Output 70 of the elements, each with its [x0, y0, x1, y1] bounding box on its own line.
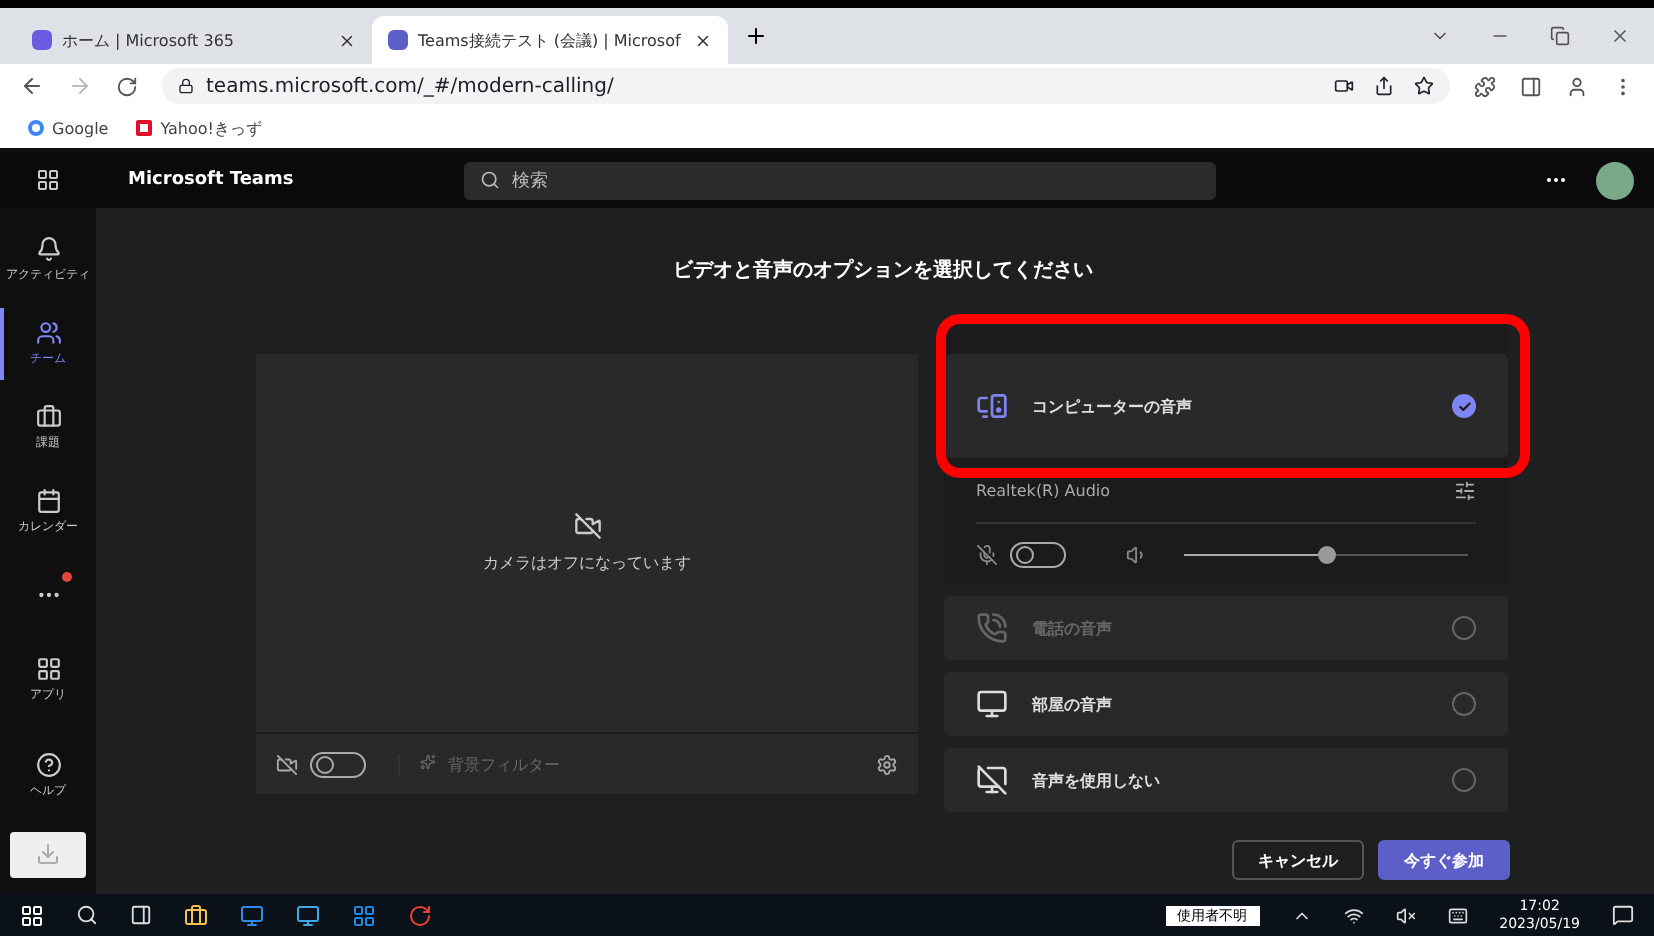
calendar-icon [35, 487, 61, 514]
task-view-icon[interactable] [130, 904, 152, 926]
bell-icon [35, 235, 61, 262]
download-button[interactable] [10, 831, 86, 879]
bookmark-link[interactable]: Google [28, 119, 109, 137]
radio-button[interactable] [1452, 692, 1476, 716]
mic-toggle[interactable] [1010, 541, 1066, 567]
audio-option[interactable]: コンピューターの音声 [944, 354, 1508, 458]
audio-device-icon [976, 612, 1008, 644]
bookmark-icon [136, 120, 153, 136]
search-icon[interactable] [76, 904, 98, 926]
teams-icon [35, 319, 61, 346]
search-icon [480, 170, 500, 190]
close-icon[interactable] [694, 31, 712, 49]
camera-status: カメラはオフになっています [483, 552, 691, 574]
bag-icon [35, 403, 61, 430]
volume-icon[interactable] [1395, 905, 1416, 925]
help-icon [35, 751, 61, 778]
star-icon[interactable] [1414, 76, 1434, 96]
audio-device-icon [976, 764, 1008, 796]
network-icon[interactable] [1343, 905, 1364, 925]
speaker-icon [1126, 543, 1148, 565]
camera-off-icon [276, 753, 298, 775]
close-icon[interactable] [338, 31, 356, 49]
restore-icon[interactable] [1550, 26, 1570, 46]
keyboard-icon[interactable] [1447, 905, 1468, 925]
filter-icon [420, 753, 436, 769]
check-icon [1457, 399, 1471, 413]
tab-favicon-icon [388, 30, 408, 50]
dialog-title: ビデオと音声のオプションを選択してください [671, 256, 1095, 284]
audio-device-icon [976, 688, 1008, 720]
extensions-icon[interactable] [1474, 75, 1496, 97]
audio-device-name: Realtek(R) Audio [976, 481, 1111, 499]
radio-button[interactable] [1452, 394, 1476, 418]
cancel-button[interactable]: キャンセル [1232, 840, 1364, 880]
avatar[interactable] [1596, 161, 1634, 199]
share-icon[interactable] [1374, 76, 1394, 96]
browser-tab[interactable]: ホーム | Microsoft 365 [16, 16, 372, 64]
apps-icon [35, 655, 61, 682]
address-field[interactable]: teams.microsoft.com/_#/modern-calling/ [162, 68, 1450, 104]
search-field[interactable]: 検索 [464, 161, 1216, 199]
audio-option[interactable]: 音声を使用しない [944, 748, 1508, 812]
start-icon[interactable] [20, 903, 44, 927]
close-icon[interactable] [1610, 26, 1630, 46]
reload-icon[interactable] [116, 75, 138, 97]
profile-icon[interactable] [1566, 75, 1588, 97]
browser-tab[interactable]: Teams接続テスト (会議) | Microsof [372, 16, 728, 64]
bookmark-icon [28, 120, 44, 136]
audio-option[interactable]: 部屋の音声 [944, 672, 1508, 736]
settings-icon[interactable] [876, 753, 898, 775]
download-icon [36, 842, 60, 867]
camera-off-icon [573, 512, 601, 540]
notification-icon[interactable] [1612, 904, 1634, 926]
app-name: Microsoft Teams [126, 170, 296, 190]
app-launcher-icon[interactable] [36, 168, 60, 192]
sliders-icon[interactable] [1454, 479, 1476, 501]
radio-button[interactable] [1452, 768, 1476, 792]
new-tab-icon[interactable] [744, 24, 768, 48]
tab-favicon-icon [32, 30, 52, 50]
side-panel-icon[interactable] [1520, 75, 1542, 97]
join-button[interactable]: 今すぐ参加 [1378, 840, 1510, 880]
volume-thumb[interactable] [1318, 545, 1336, 563]
camera-icon[interactable] [1334, 76, 1354, 96]
back-icon[interactable] [20, 74, 44, 98]
app-icon[interactable] [352, 903, 376, 927]
camera-toggle[interactable] [310, 751, 366, 777]
bookmark-link[interactable]: Yahoo!きっず [136, 117, 262, 139]
lock-icon [178, 78, 194, 94]
mic-off-icon [976, 543, 998, 565]
audio-device-icon [976, 390, 1008, 422]
